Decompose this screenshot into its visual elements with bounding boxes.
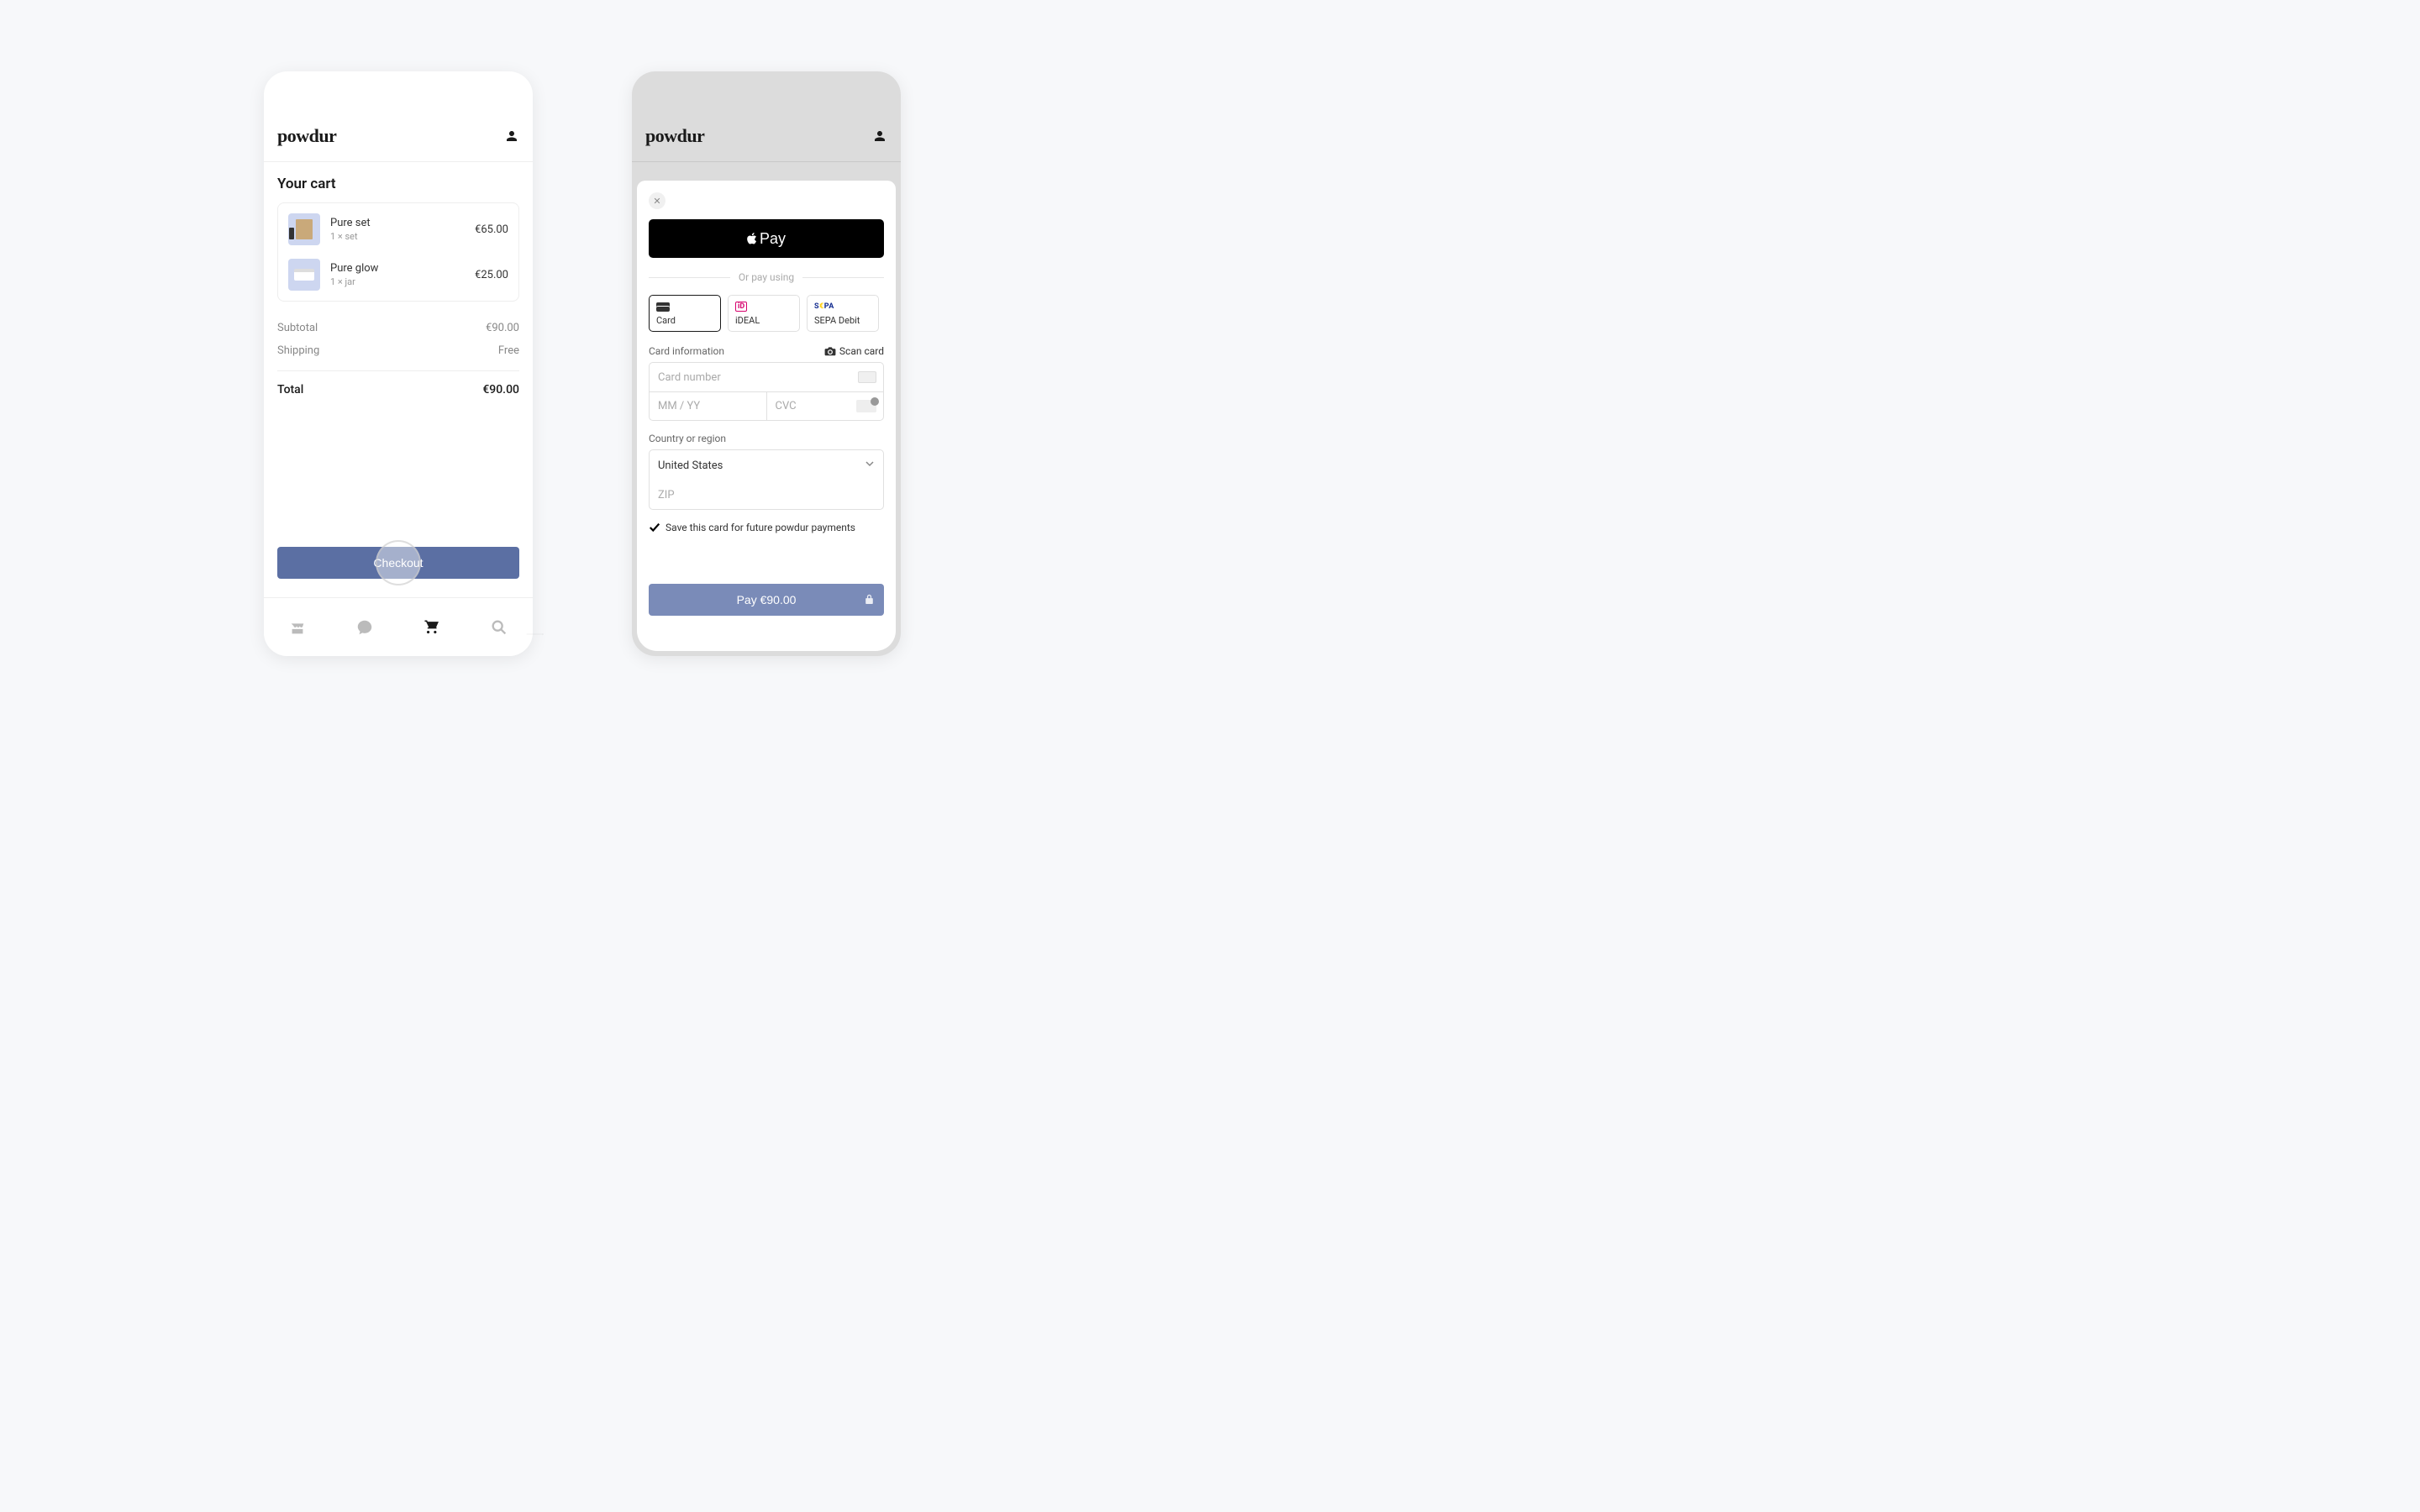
product-thumb xyxy=(288,259,320,291)
subtotal-row: Subtotal €90.00 xyxy=(277,317,519,339)
card-icon xyxy=(656,301,713,312)
lock-icon xyxy=(865,593,874,606)
product-thumb xyxy=(288,213,320,245)
store-tab-icon[interactable] xyxy=(288,618,307,637)
card-info-label-row: Card information Scan card xyxy=(649,345,884,357)
tab-bar xyxy=(264,597,533,656)
item-name: Pure glow xyxy=(330,262,475,275)
apple-pay-label: Pay xyxy=(760,230,786,248)
apple-icon xyxy=(747,232,759,245)
cart-title: Your cart xyxy=(277,176,519,192)
shipping-row: Shipping Free xyxy=(277,339,519,362)
scan-card-button[interactable]: Scan card xyxy=(824,345,884,357)
cart-item: Pure glow 1 × jar €25.00 xyxy=(288,252,508,297)
method-card[interactable]: Card xyxy=(649,295,721,332)
payment-methods: Card iD iDEAL S€PA SEPA Debit B xyxy=(649,295,884,332)
cart-screen: powdur Your cart Pure set 1 × set €65.00… xyxy=(264,71,533,656)
camera-icon xyxy=(824,346,836,356)
item-price: €25.00 xyxy=(475,269,508,281)
checkmark-icon xyxy=(649,522,660,533)
cart-content: Your cart Pure set 1 × set €65.00 Pure g… xyxy=(264,162,533,415)
brand-logo: powdur xyxy=(277,125,336,147)
cart-list: Pure set 1 × set €65.00 Pure glow 1 × ja… xyxy=(277,202,519,302)
cart-tab-icon[interactable] xyxy=(423,618,441,637)
apple-pay-button[interactable]: Pay xyxy=(649,219,884,258)
shipping-label: Shipping xyxy=(277,344,319,357)
sepa-icon: S€PA xyxy=(814,301,871,312)
card-input-group: Card number MM / YY CVC xyxy=(649,362,884,421)
item-price: €65.00 xyxy=(475,223,508,236)
save-card-checkbox[interactable]: Save this card for future powdur payment… xyxy=(649,522,884,533)
subtotal-label: Subtotal xyxy=(277,322,318,334)
payment-screen: powdur ✕ Pay Or pay using Card iD iDEAL … xyxy=(632,71,901,656)
country-select[interactable]: United States xyxy=(650,450,883,480)
user-icon[interactable] xyxy=(872,129,887,144)
card-number-input[interactable]: Card number xyxy=(650,363,883,391)
card-brand-icons xyxy=(858,371,876,383)
close-button[interactable]: ✕ xyxy=(649,192,666,209)
cart-item: Pure set 1 × set €65.00 xyxy=(288,207,508,252)
chevron-down-icon xyxy=(865,459,875,472)
flow-arrow xyxy=(447,633,623,635)
country-input-group: United States ZIP xyxy=(649,449,884,510)
user-icon[interactable] xyxy=(504,129,519,144)
card-info-label: Card information xyxy=(649,345,724,357)
chat-tab-icon[interactable] xyxy=(355,618,374,637)
pay-button[interactable]: Pay €90.00 xyxy=(649,584,884,616)
method-sepa[interactable]: S€PA SEPA Debit xyxy=(807,295,879,332)
method-ideal[interactable]: iD iDEAL xyxy=(728,295,800,332)
item-qty: 1 × jar xyxy=(330,276,475,287)
item-name: Pure set xyxy=(330,217,475,229)
brand-logo: powdur xyxy=(645,125,704,147)
cvc-input[interactable]: CVC xyxy=(766,392,884,420)
header: powdur xyxy=(264,71,533,162)
shipping-value: Free xyxy=(498,344,519,357)
zip-input[interactable]: ZIP xyxy=(650,480,883,509)
payment-sheet: ✕ Pay Or pay using Card iD iDEAL S€PA SE… xyxy=(637,181,896,651)
header: powdur xyxy=(632,71,901,162)
divider: Or pay using xyxy=(649,271,884,283)
total-row: Total €90.00 xyxy=(277,370,519,402)
country-label: Country or region xyxy=(649,433,884,444)
total-label: Total xyxy=(277,383,303,396)
total-value: €90.00 xyxy=(482,383,519,396)
item-qty: 1 × set xyxy=(330,231,475,242)
checkout-button[interactable]: Checkout xyxy=(277,547,519,579)
cvc-hint-icon xyxy=(856,400,876,412)
ideal-icon: iD xyxy=(735,301,792,312)
subtotal-value: €90.00 xyxy=(486,322,519,334)
expiry-input[interactable]: MM / YY xyxy=(650,392,766,420)
